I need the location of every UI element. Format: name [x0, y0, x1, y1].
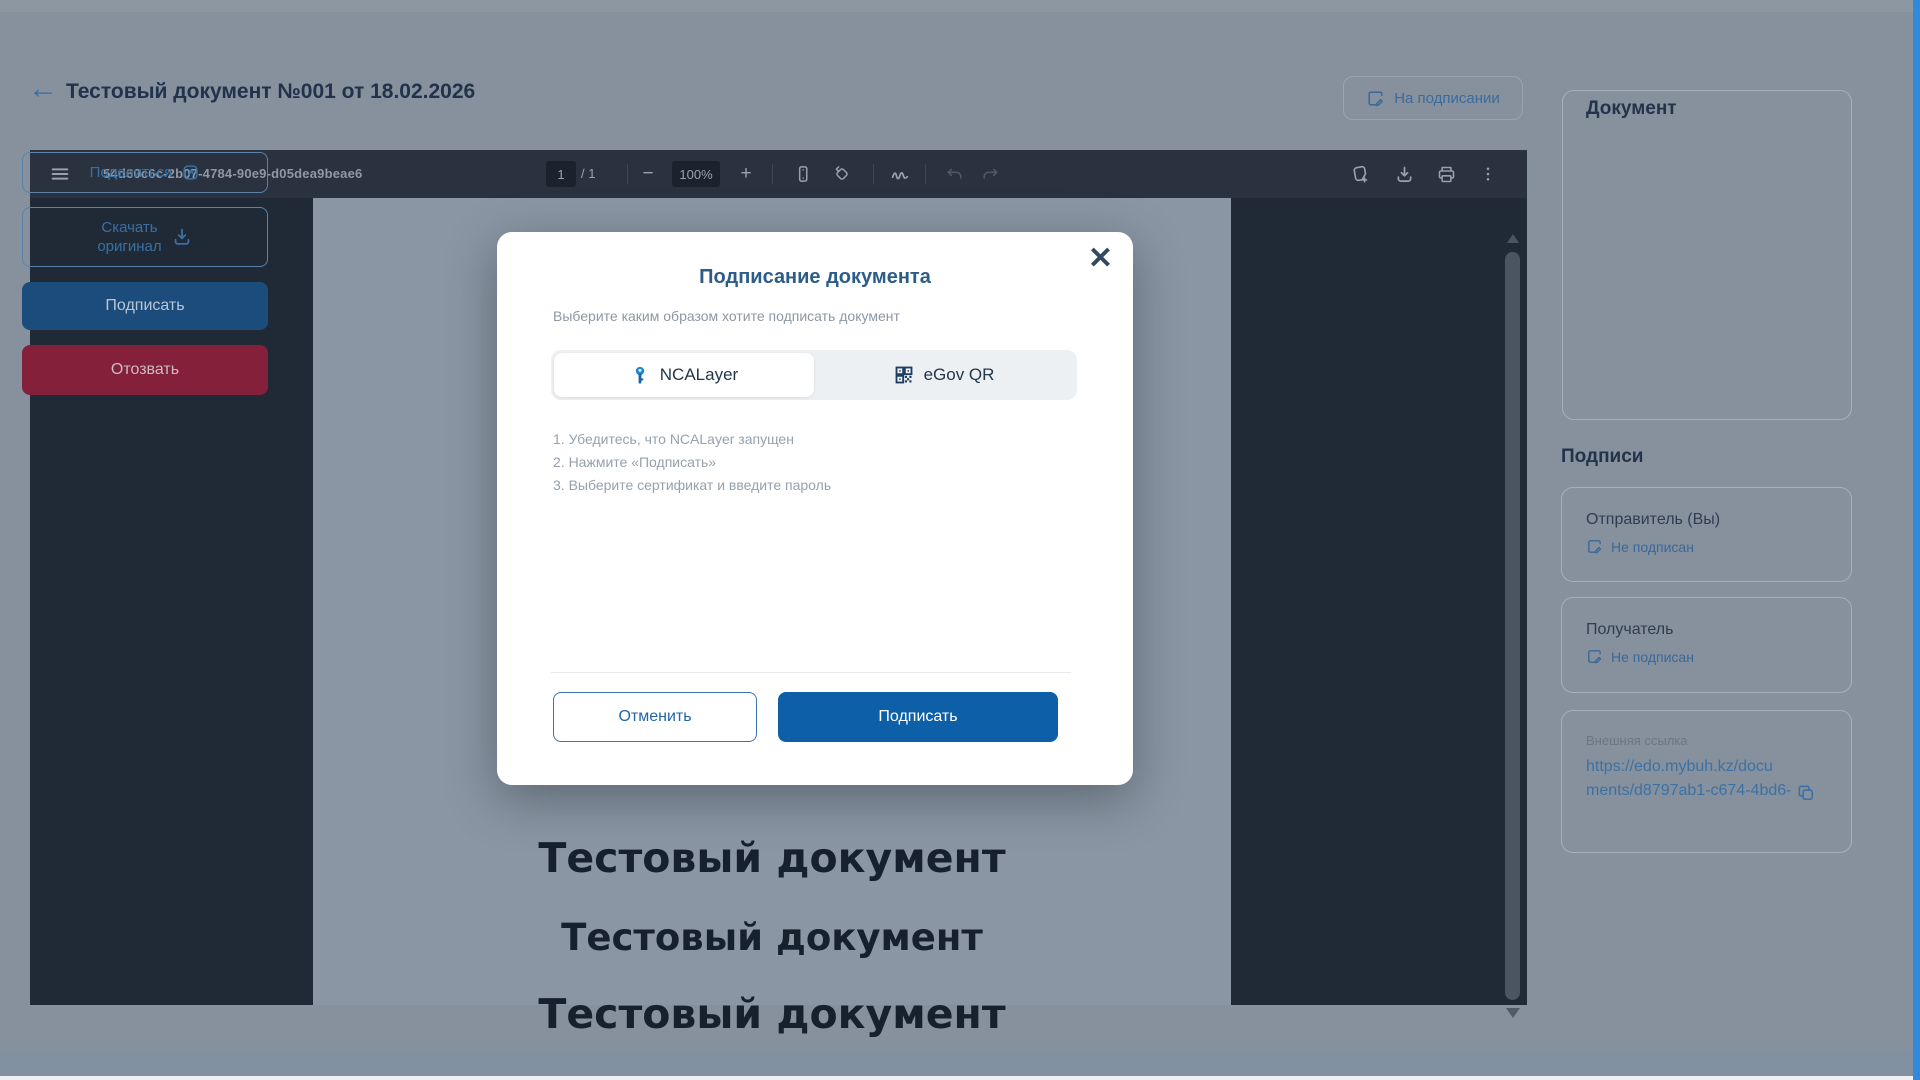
page-total-label: / 1 — [581, 166, 595, 181]
zoom-level-input[interactable]: 100% — [672, 161, 720, 187]
share-button[interactable]: Поделиться — [22, 152, 268, 193]
external-link-label: Внешняя ссылка — [1586, 733, 1688, 748]
revoke-button-label: Отозвать — [111, 361, 179, 379]
qr-icon — [894, 365, 914, 385]
sign-button[interactable]: Подписать — [22, 282, 268, 330]
signature-role: Получатель — [1586, 621, 1673, 639]
document-heading: Документ — [1586, 98, 1677, 120]
draw-icon[interactable] — [888, 162, 912, 186]
sign-instructions: 1. Убедитесь, что NCALayer запущен 2. На… — [553, 428, 831, 497]
footer-band — [0, 1050, 1920, 1076]
fit-page-icon[interactable] — [791, 162, 815, 186]
download-original-label-line1: Скачать — [97, 218, 161, 237]
rotate-icon[interactable] — [830, 162, 854, 186]
signature-card-recipient: Получатель Не подписан — [1561, 597, 1852, 693]
signature-card-sender: Отправитель (Вы) Не подписан — [1561, 487, 1852, 582]
instruction-step: 1. Убедитесь, что NCALayer запущен — [553, 428, 831, 451]
copy-icon[interactable] — [1796, 783, 1818, 805]
top-band — [0, 0, 1920, 12]
signature-status-label: Не подписан — [1611, 649, 1694, 665]
signature-status-label: Не подписан — [1611, 539, 1694, 555]
window-edge-strip — [1913, 0, 1920, 1080]
share-icon — [181, 163, 200, 182]
document-text-line: Тестовый документ — [561, 916, 983, 959]
signature-status: Не подписан — [1586, 538, 1694, 555]
instruction-step: 2. Нажмите «Подписать» — [553, 451, 831, 474]
cancel-button[interactable]: Отменить — [553, 692, 757, 742]
app-canvas: ← Тестовый документ №001 от 18.02.2026 Н… — [0, 0, 1920, 1080]
print-icon[interactable] — [1434, 162, 1458, 186]
document-text-line: Тестовый документ — [538, 834, 1005, 882]
annotate-add-icon[interactable] — [1348, 162, 1372, 186]
tab-egov-qr[interactable]: eGov QR — [814, 353, 1074, 397]
external-link[interactable]: https://edo.mybuh.kz/docu ments/d8797ab1… — [1586, 755, 1796, 803]
page-number-input[interactable]: 1 — [546, 161, 576, 187]
status-badge[interactable]: На подписании — [1343, 76, 1523, 120]
download-icon[interactable] — [1392, 162, 1416, 186]
document-actions-card — [1562, 90, 1852, 420]
tab-egov-qr-label: eGov QR — [924, 365, 995, 385]
sign-method-tabs: NCALayer — [551, 350, 1077, 400]
status-badge-label: На подписании — [1394, 90, 1500, 107]
sign-document-icon — [1586, 538, 1603, 555]
external-link-card: Внешняя ссылка https://edo.mybuh.kz/docu… — [1561, 710, 1852, 853]
signatures-heading: Подписи — [1561, 446, 1643, 468]
external-link-line2: ments/d8797ab1-c674-4bd6- — [1586, 782, 1791, 799]
sign-document-icon — [1586, 648, 1603, 665]
undo-icon[interactable] — [943, 162, 967, 186]
bottom-strip — [0, 1076, 1920, 1080]
zoom-out-button[interactable]: − — [636, 162, 660, 186]
scrollbar-thumb[interactable] — [1505, 252, 1520, 1000]
modal-divider — [551, 672, 1071, 673]
back-button[interactable]: ← — [28, 74, 58, 104]
revoke-button[interactable]: Отозвать — [22, 345, 268, 395]
kebab-icon[interactable] — [1476, 162, 1500, 186]
instruction-step: 3. Выберите сертификат и введите пароль — [553, 474, 831, 497]
signature-status: Не подписан — [1586, 648, 1694, 665]
key-icon — [630, 365, 650, 385]
tab-ncalayer-label: NCALayer — [660, 365, 738, 385]
toolbar-divider — [873, 164, 874, 184]
toolbar-divider — [925, 164, 926, 184]
download-original-button[interactable]: Скачать оригинал — [22, 207, 268, 267]
scroll-down-arrow[interactable] — [1506, 1008, 1520, 1018]
redo-icon[interactable] — [978, 162, 1002, 186]
tab-ncalayer[interactable]: NCALayer — [554, 353, 814, 397]
sign-document-icon — [1366, 89, 1385, 108]
signing-modal: ✕ Подписание документа Выберите каким об… — [497, 232, 1133, 785]
modal-sign-button[interactable]: Подписать — [778, 692, 1058, 742]
toolbar-divider — [772, 164, 773, 184]
download-icon — [171, 226, 193, 248]
zoom-in-button[interactable]: + — [734, 162, 758, 186]
external-link-line1: https://edo.mybuh.kz/docu — [1586, 758, 1773, 775]
modal-title: Подписание документа — [497, 266, 1133, 289]
signature-role: Отправитель (Вы) — [1586, 511, 1720, 529]
share-button-label: Поделиться — [90, 164, 173, 181]
sign-button-label: Подписать — [105, 297, 184, 315]
document-text-line: Тестовый документ — [538, 990, 1005, 1038]
modal-subtitle: Выберите каким образом хотите подписать … — [553, 308, 900, 324]
toolbar-divider — [627, 164, 628, 184]
download-original-label-line2: оригинал — [97, 237, 161, 256]
page-title: Тестовый документ №001 от 18.02.2026 — [66, 80, 475, 104]
scroll-up-arrow[interactable] — [1507, 234, 1519, 243]
